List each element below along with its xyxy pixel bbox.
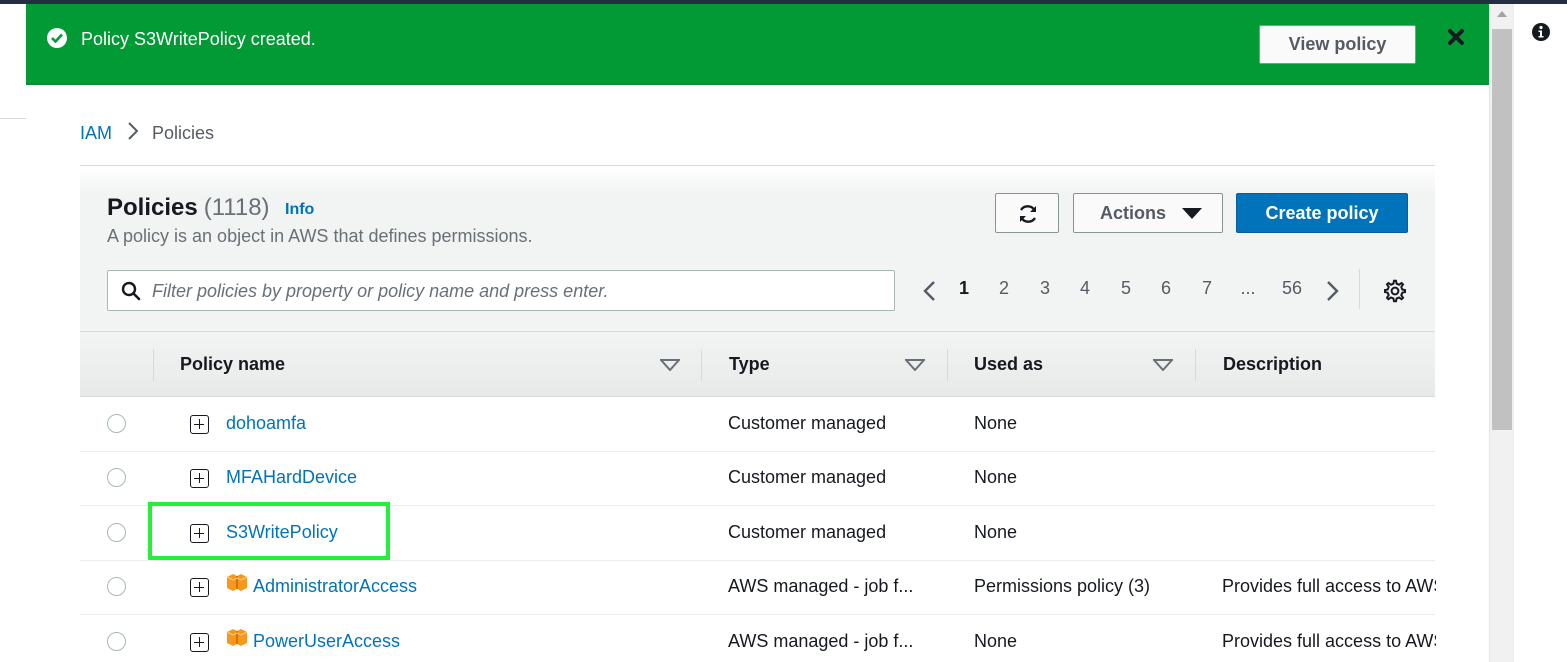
table-row[interactable]: S3WritePolicy Customer managed None bbox=[80, 502, 1435, 561]
policy-used-as: None bbox=[974, 631, 1018, 651]
row-radio[interactable] bbox=[107, 414, 126, 433]
column-divider bbox=[701, 349, 702, 381]
chevron-right-icon bbox=[128, 122, 139, 145]
pager-divider bbox=[1359, 269, 1360, 309]
policy-count: (1118) bbox=[203, 194, 270, 221]
page-3[interactable]: 3 bbox=[1033, 278, 1057, 299]
info-link[interactable]: Info bbox=[285, 201, 314, 219]
page-7[interactable]: 7 bbox=[1195, 278, 1219, 299]
page-1[interactable]: 1 bbox=[952, 278, 976, 299]
row-radio[interactable] bbox=[107, 468, 126, 487]
search-input[interactable] bbox=[152, 278, 872, 304]
table-row[interactable]: PowerUserAccess AWS managed - job f... N… bbox=[80, 615, 1436, 662]
help-panel-rail bbox=[1513, 4, 1567, 662]
page-ellipsis: ... bbox=[1240, 278, 1256, 298]
sort-caret-icon[interactable] bbox=[660, 359, 680, 371]
row-radio[interactable] bbox=[107, 577, 126, 596]
row-radio[interactable] bbox=[107, 632, 126, 651]
expand-plus-icon[interactable] bbox=[190, 633, 209, 652]
policy-name-link[interactable]: AdministratorAccess bbox=[253, 576, 417, 597]
create-policy-button[interactable]: Create policy bbox=[1236, 193, 1408, 233]
gear-icon[interactable] bbox=[1383, 279, 1407, 303]
sort-caret-icon[interactable] bbox=[1153, 359, 1173, 371]
scroll-up-arrow-icon[interactable] bbox=[1497, 11, 1507, 17]
chevron-right-icon[interactable] bbox=[1326, 280, 1340, 302]
column-divider bbox=[1195, 349, 1196, 381]
close-icon[interactable] bbox=[1445, 26, 1467, 48]
actions-label: Actions bbox=[1100, 203, 1167, 223]
table-head: Policy name Type Used as Description bbox=[80, 331, 1435, 397]
column-header-used-as[interactable]: Used as bbox=[974, 354, 1043, 375]
policy-description: Provides full access to AWS bbox=[1222, 576, 1436, 596]
table-row[interactable]: AdministratorAccess AWS managed - job f.… bbox=[80, 560, 1436, 615]
policy-name-link[interactable]: dohoamfa bbox=[226, 413, 306, 434]
policy-used-as: None bbox=[974, 522, 1018, 542]
highlight-box bbox=[148, 502, 390, 560]
chevron-left-icon[interactable] bbox=[922, 280, 936, 302]
policy-type: AWS managed - job f... bbox=[728, 576, 914, 596]
page-56[interactable]: 56 bbox=[1277, 278, 1307, 299]
breadcrumb: IAM Policies bbox=[80, 122, 214, 145]
flash-message: Policy S3WritePolicy created. bbox=[81, 29, 316, 49]
breadcrumb-current: Policies bbox=[152, 123, 215, 143]
sort-caret-icon[interactable] bbox=[905, 359, 925, 371]
refresh-button[interactable] bbox=[995, 193, 1059, 233]
policy-used-as: Permissions policy (3) bbox=[974, 576, 1151, 596]
actions-dropdown[interactable]: Actions bbox=[1073, 193, 1223, 233]
table-row[interactable]: MFAHardDevice Customer managed None bbox=[80, 451, 1435, 506]
column-divider bbox=[947, 349, 948, 381]
policy-used-as: None bbox=[974, 467, 1018, 487]
caret-down-icon bbox=[1182, 208, 1202, 219]
success-check-icon bbox=[47, 28, 67, 48]
table-row[interactable]: dohoamfa Customer managed None bbox=[80, 397, 1435, 452]
column-header-description[interactable]: Description bbox=[1223, 354, 1322, 375]
policy-description: Provides full access to AWS bbox=[1222, 631, 1436, 651]
view-policy-button[interactable]: View policy bbox=[1259, 25, 1416, 64]
info-icon[interactable] bbox=[1531, 22, 1551, 42]
policy-used-as: None bbox=[974, 413, 1018, 433]
policy-type: Customer managed bbox=[728, 467, 887, 487]
refresh-icon bbox=[1019, 205, 1037, 223]
search-filter[interactable] bbox=[107, 270, 895, 311]
scroll-thumb[interactable] bbox=[1492, 29, 1512, 430]
page-description: A policy is an object in AWS that define… bbox=[107, 226, 533, 246]
vertical-scrollbar[interactable] bbox=[1489, 4, 1513, 662]
search-icon bbox=[121, 281, 141, 301]
row-radio[interactable] bbox=[107, 523, 126, 542]
page-6[interactable]: 6 bbox=[1154, 278, 1178, 299]
aws-managed-cube-icon bbox=[226, 574, 248, 591]
policy-type: Customer managed bbox=[728, 413, 887, 433]
expand-plus-icon[interactable] bbox=[190, 415, 209, 434]
policies-table-container: Policies (1118) Info A policy is an objec… bbox=[80, 165, 1436, 662]
success-flashbar: Policy S3WritePolicy created. View polic… bbox=[26, 4, 1489, 85]
expand-plus-icon[interactable] bbox=[190, 578, 209, 597]
page-4[interactable]: 4 bbox=[1073, 278, 1097, 299]
aws-managed-cube-icon bbox=[226, 629, 248, 646]
main-content: Policy S3WritePolicy created. View polic… bbox=[26, 4, 1489, 662]
left-divider bbox=[0, 118, 26, 119]
table-header-panel: Policies (1118) Info A policy is an objec… bbox=[80, 166, 1435, 331]
policy-name-link[interactable]: MFAHardDevice bbox=[226, 467, 357, 488]
column-header-policy-name[interactable]: Policy name bbox=[180, 354, 285, 375]
page-2[interactable]: 2 bbox=[992, 278, 1016, 299]
policy-type: AWS managed - job f... bbox=[728, 631, 914, 651]
page-title: Policies (1118) bbox=[107, 194, 270, 222]
page-title-text: Policies bbox=[107, 194, 198, 221]
expand-plus-icon[interactable] bbox=[190, 469, 209, 488]
page-5[interactable]: 5 bbox=[1114, 278, 1138, 299]
column-divider bbox=[153, 349, 154, 381]
policy-type: Customer managed bbox=[728, 522, 887, 542]
policy-name-link[interactable]: PowerUserAccess bbox=[253, 631, 400, 652]
breadcrumb-iam-link[interactable]: IAM bbox=[80, 123, 112, 144]
column-header-type[interactable]: Type bbox=[729, 354, 770, 375]
